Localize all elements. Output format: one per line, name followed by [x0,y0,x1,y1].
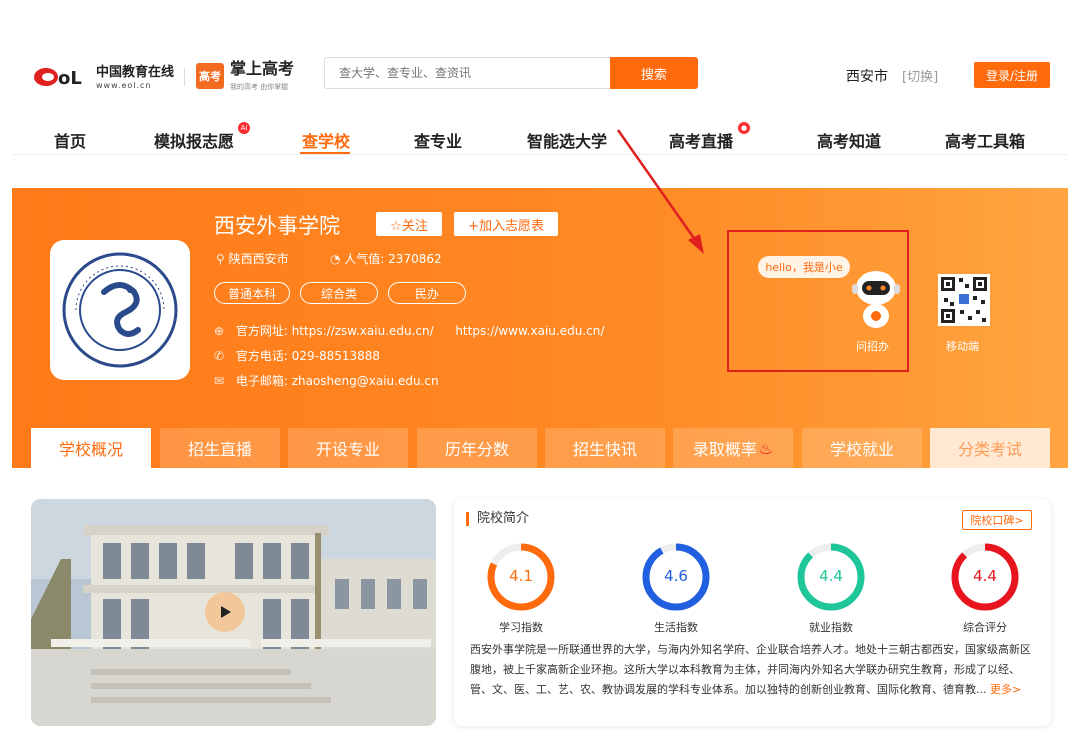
gaokao-logo-title: 掌上高考 [230,59,295,78]
location-text: 陕西西安市 [228,252,289,266]
eol-logo-icon[interactable]: oL [32,60,92,90]
nav-item-home[interactable]: 首页 [54,128,86,152]
intro-body: 西安外事学院是一所联通世界的大学，与海内外知名学府、企业联合培养人才。地处十三朝… [470,643,1031,696]
city-switch-link[interactable]: [切换] [902,66,938,85]
phone-icon: ✆ [214,349,225,363]
tab-majors[interactable]: 开设专业 [288,428,408,468]
robot-assistant-icon[interactable] [848,266,904,332]
current-city: 西安市 [846,69,888,85]
nav-item-majors[interactable]: 查专业 [414,128,462,152]
rating-label-study: 学习指数 [499,621,543,634]
nav-item-knowledge[interactable]: 高考知道 [817,128,881,152]
nav-item-simulate[interactable]: 模拟报志愿 [154,128,234,152]
tag-private: 民办 [388,282,466,304]
gaokao-logo-badge[interactable]: 高考 [196,63,224,89]
school-name: 西安外事学院 [214,214,340,238]
rating-label-overall: 综合评分 [963,621,1007,634]
nav-item-smart-select[interactable]: 智能选大学 [527,128,607,152]
nav-item-toolbox[interactable]: 高考工具箱 [945,128,1025,152]
rating-label-life: 生活指数 [654,621,698,634]
flame-icon: ♨ [758,438,774,458]
live-badge-icon: ● [738,122,750,134]
tab-admission-probability-label: 录取概率 [692,440,757,459]
play-icon [221,606,231,618]
popularity: ◔ 人气值: 2370862 [330,250,442,267]
rating-value-overall: 4.4 [973,567,997,585]
bot-greeting-bubble[interactable]: hello，我是小e [758,256,850,278]
rating-label-employment: 就业指数 [809,621,853,634]
rating-value-employment: 4.4 [819,567,843,585]
search-button[interactable]: 搜索 [610,57,698,89]
eol-logo-title: 中国教育在线 [96,65,175,80]
intro-more-link[interactable]: 更多> [990,683,1021,696]
search-input[interactable] [324,57,612,89]
website-row: ⊕ 官方网址: https://zsw.xaiu.edu.cn/ https:/… [214,322,604,339]
tag-undergrad: 普通本科 [214,282,290,304]
phone-value: 029-88513888 [291,349,381,363]
tab-overview[interactable]: 学校概况 [31,428,151,468]
popularity-label: 人气值: [344,252,385,266]
tag-comprehensive: 综合类 [300,282,378,304]
svg-text:oL: oL [58,68,82,89]
university-emblem-icon [62,252,178,368]
ai-badge-icon: AI [238,122,250,134]
mobile-label: 移动端 [946,340,979,353]
mail-icon: ✉ [214,374,225,388]
tab-scores[interactable]: 历年分数 [417,428,537,468]
eol-logo-text[interactable]: 中国教育在线 www.eol.cn [96,66,174,92]
intro-text: 西安外事学院是一所联通世界的大学，与海内外知名学府、企业联合培养人才。地处十三朝… [470,640,1036,700]
tab-admission-probability[interactable]: 录取概率 ♨ [673,428,793,468]
email-value: zhaosheng@xaiu.edu.cn [291,374,439,388]
fire-icon: ◔ [330,252,345,266]
tab-employment[interactable]: 学校就业 [802,428,922,468]
tab-news[interactable]: 招生快讯 [545,428,665,468]
play-video-button[interactable] [205,592,245,632]
tab-category-exam[interactable]: 分类考试 [930,428,1050,468]
add-to-wishlist-button[interactable]: +加入志愿表 [454,212,558,236]
email-label: 电子邮箱: [235,374,288,388]
nav-item-schools[interactable]: 查学校 [302,128,350,152]
website-label: 官方网址: [235,324,288,338]
rating-value-study: 4.1 [509,567,533,585]
intro-title: 院校简介 [466,512,529,526]
rating-value-life: 4.6 [664,567,688,585]
popularity-value: 2370862 [388,252,442,266]
gaokao-logo-sub: 我的高考 由你掌握 [230,83,289,91]
annotation-arrow-icon [616,129,704,254]
website-link-1[interactable]: https://zsw.xaiu.edu.cn/ [292,324,434,338]
school-location: ⚲ 陕西西安市 [216,250,289,267]
phone-row: ✆ 官方电话: 029-88513888 [214,347,380,364]
ask-admissions-label[interactable]: 问招办 [856,338,889,354]
qr-code-icon [938,274,990,326]
login-register-button[interactable]: 登录/注册 [974,62,1050,88]
globe-icon: ⊕ [214,324,225,338]
tab-live[interactable]: 招生直播 [160,428,280,468]
eol-logo-url: www.eol.cn [96,81,152,90]
email-row: ✉ 电子邮箱: zhaosheng@xaiu.edu.cn [214,372,439,389]
website-link-2[interactable]: https://www.xaiu.edu.cn/ [455,324,604,338]
logo-divider [184,68,185,86]
follow-button[interactable]: ☆关注 [376,212,442,236]
phone-label: 官方电话: [235,349,288,363]
school-reputation-button[interactable]: 院校口碑> [962,510,1032,530]
school-logo [50,240,190,380]
location-pin-icon: ⚲ [216,252,229,266]
nav-divider [12,154,1068,155]
gaokao-logo-text[interactable]: 掌上高考 我的高考 由你掌握 [230,60,294,96]
